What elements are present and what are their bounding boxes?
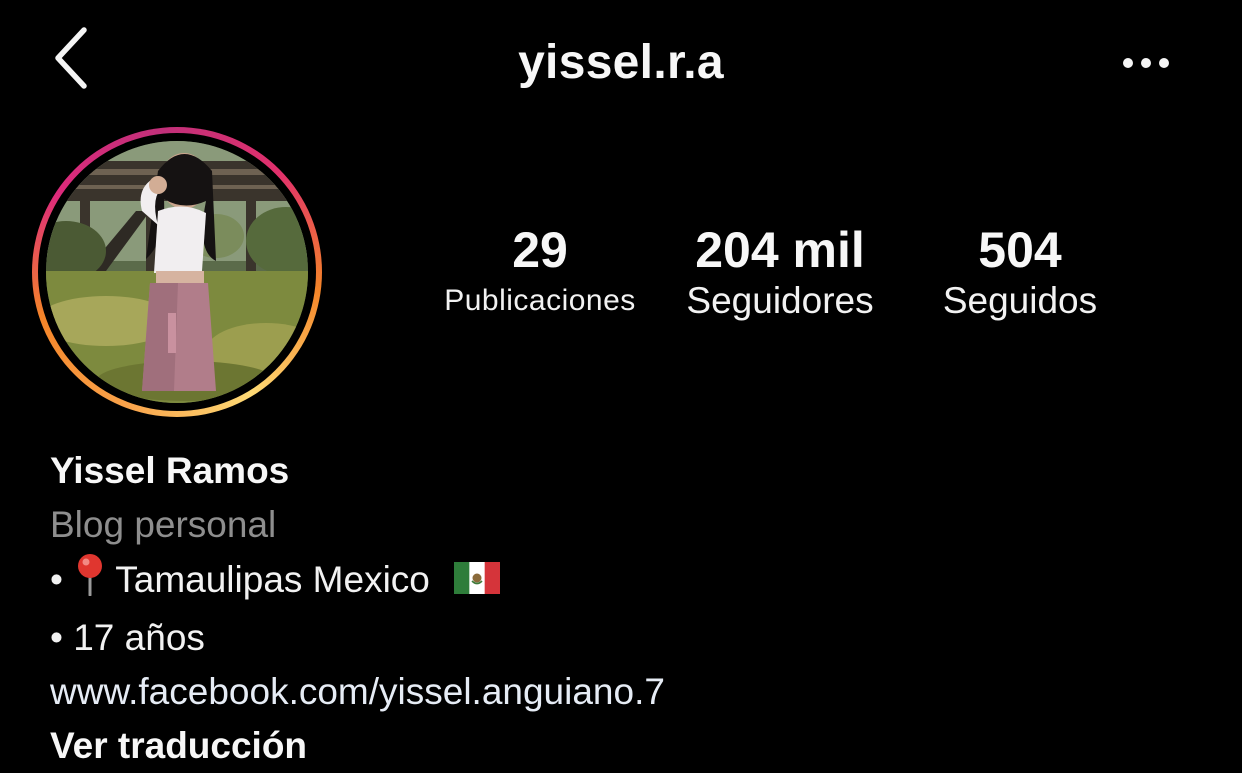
see-translation-link[interactable]: Ver traducción — [50, 719, 1200, 773]
followers-count: 204 mil — [695, 222, 865, 278]
followers-label: Seguidores — [686, 280, 874, 321]
round-pushpin-icon — [73, 552, 107, 611]
bio-external-link[interactable]: www.facebook.com/yissel.anguiano.7 — [50, 665, 1200, 719]
bio-location-line: • Tamaulipas Mexico — [50, 552, 1200, 611]
avatar[interactable] — [46, 141, 308, 403]
location-text: Tamaulipas Mexico — [115, 559, 430, 600]
profile-category: Blog personal — [50, 504, 277, 545]
bullet: • — [50, 559, 63, 600]
display-name: Yissel Ramos — [50, 450, 290, 491]
bio-section: Yissel Ramos Blog personal • Tamaulipas … — [50, 444, 1200, 773]
bio-age-line: • 17 años — [50, 617, 205, 658]
more-horizontal-icon — [1123, 58, 1169, 68]
mexico-flag-icon — [454, 555, 501, 609]
stat-followers[interactable]: 204 mil Seguidores — [660, 222, 900, 324]
profile-username-title: yissel.r.a — [518, 36, 724, 89]
profile-photo — [46, 141, 308, 403]
following-count: 504 — [978, 222, 1062, 278]
stat-following[interactable]: 504 Seguidos — [905, 222, 1135, 324]
posts-label: Publicaciones — [444, 284, 636, 317]
following-label: Seguidos — [942, 280, 1098, 321]
posts-count: 29 — [512, 222, 568, 278]
story-ring[interactable] — [32, 127, 322, 417]
stat-posts[interactable]: 29 Publicaciones — [420, 222, 660, 324]
more-options-button[interactable] — [1118, 46, 1174, 80]
